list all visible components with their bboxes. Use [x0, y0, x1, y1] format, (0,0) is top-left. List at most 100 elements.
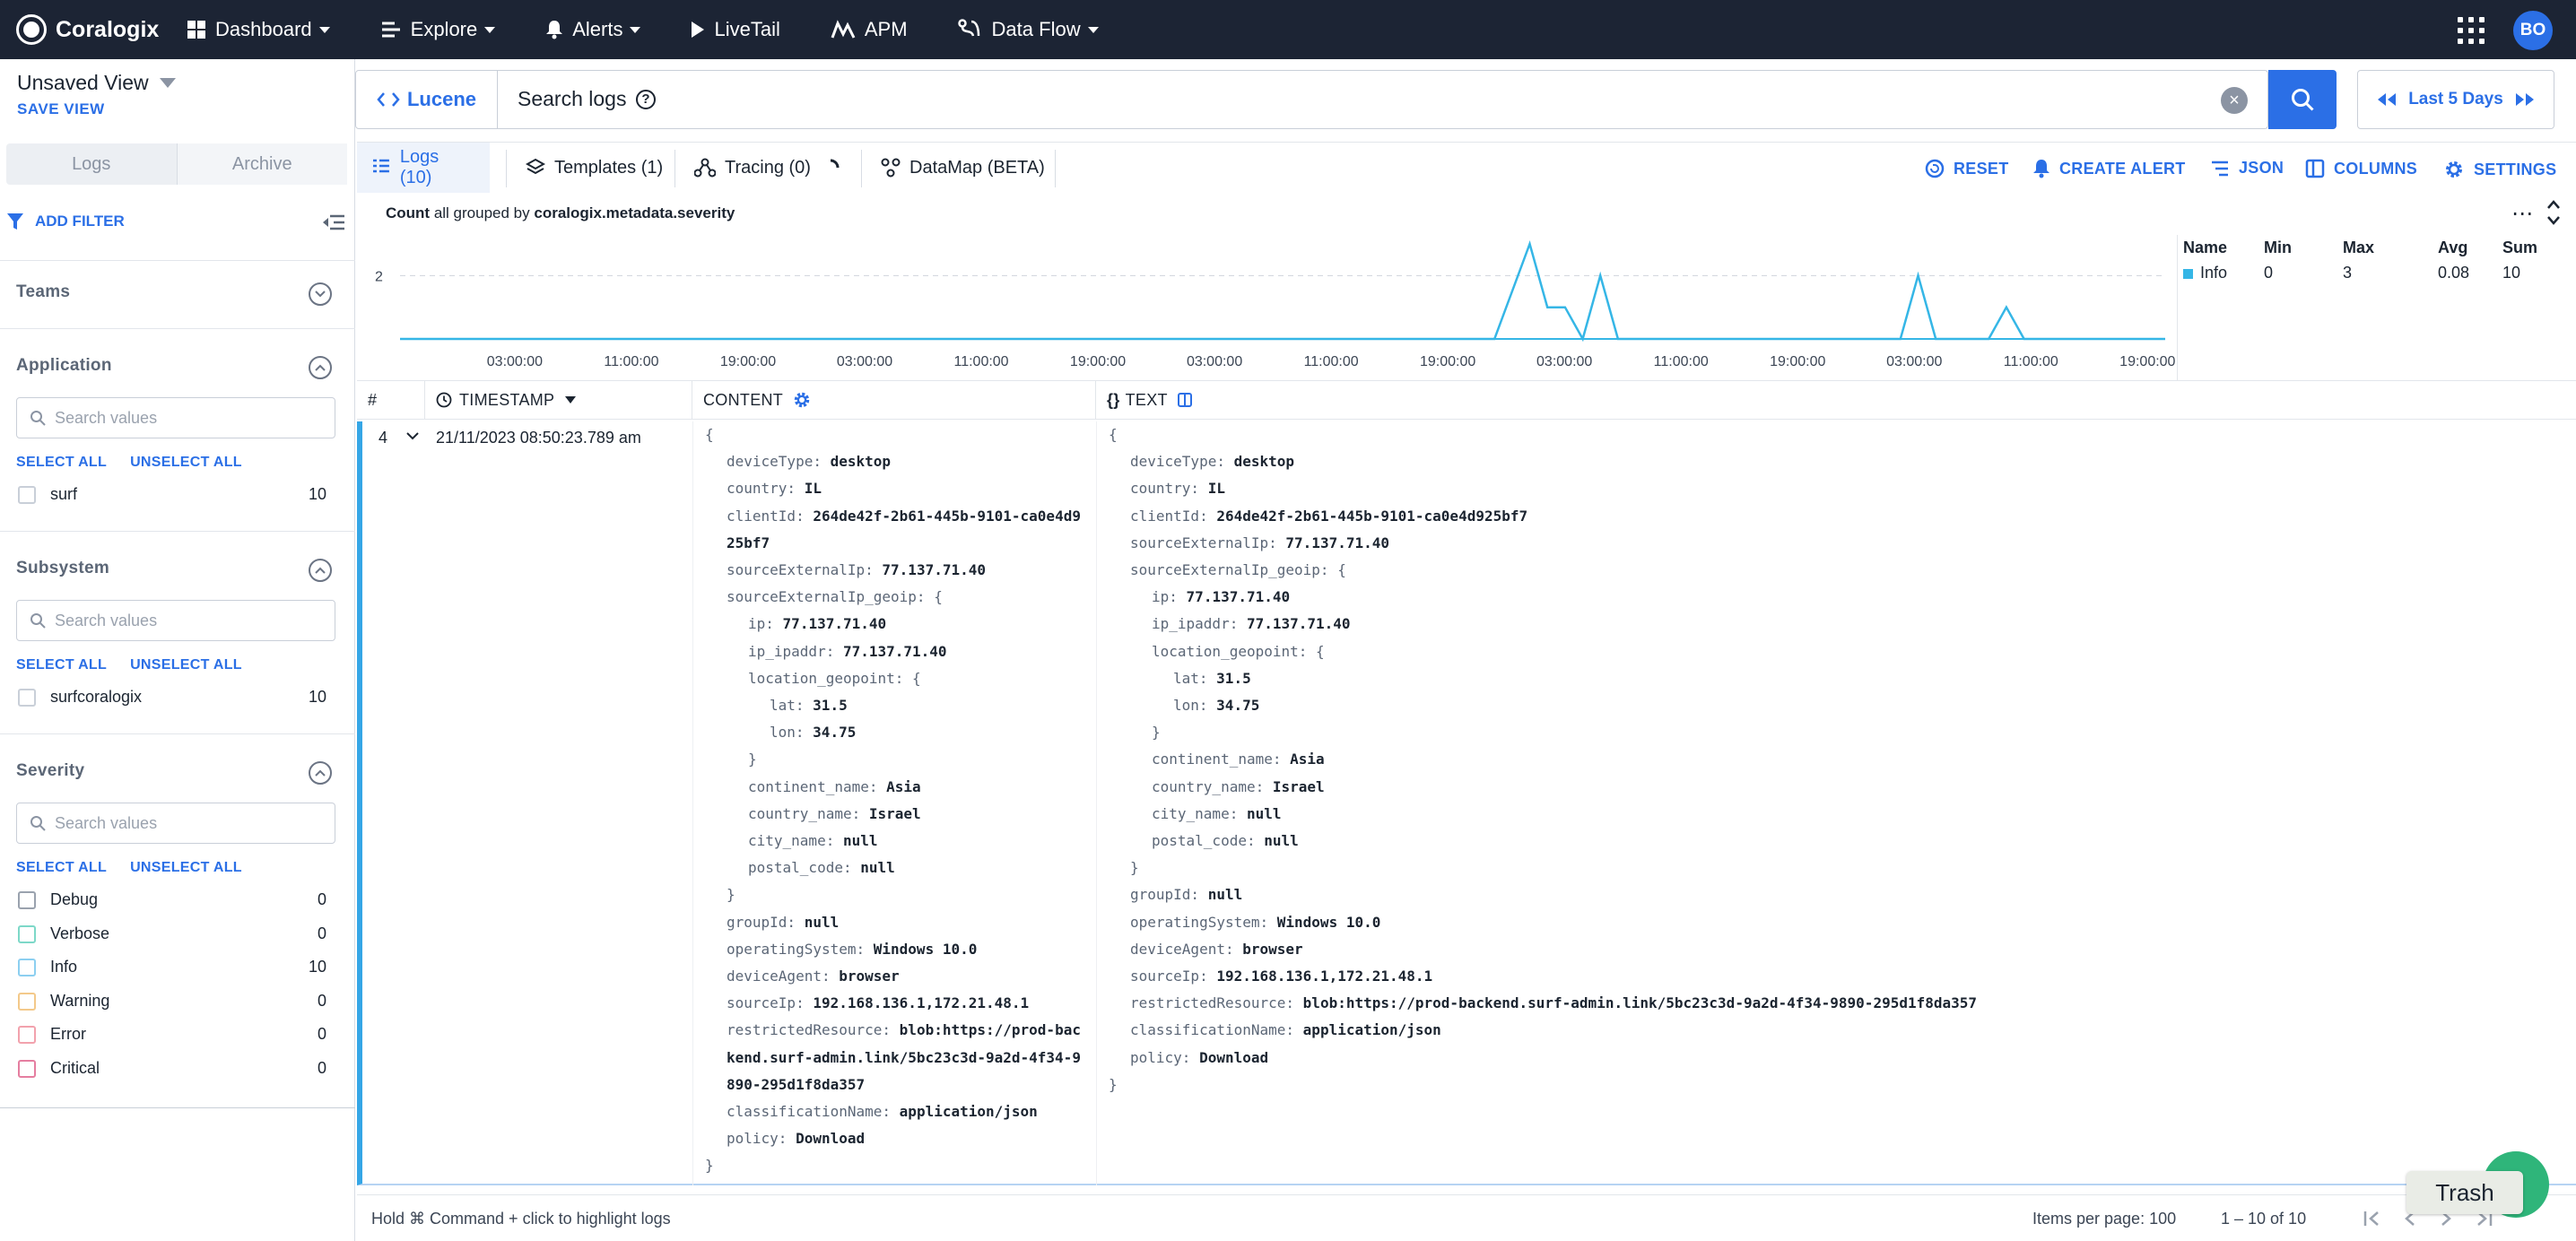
json-value[interactable]: browser — [839, 968, 899, 985]
sort-desc-icon[interactable] — [565, 396, 577, 404]
json-value[interactable]: desktop — [831, 453, 891, 470]
avatar[interactable]: BO — [2513, 11, 2553, 50]
severity-option-debug[interactable]: Debug 0 — [18, 890, 326, 909]
nav-apm[interactable]: APM — [831, 18, 908, 41]
json-value[interactable]: 264de42f-2b61-445b-9101-ca0e4d9 — [813, 508, 1081, 525]
tab-templates[interactable]: Templates (1) — [511, 143, 677, 193]
json-value[interactable]: 264de42f-2b61-445b-9101-ca0e4d925bf7 — [1216, 508, 1527, 525]
json-value[interactable]: Israel — [1273, 778, 1325, 795]
json-value[interactable]: null — [1208, 886, 1243, 903]
column-header-timestamp[interactable]: TIMESTAMP — [425, 381, 692, 419]
gear-icon[interactable] — [792, 390, 812, 410]
legend-row-info[interactable]: Info 0 3 0.08 10 — [2183, 264, 2520, 282]
collapse-sidebar-icon[interactable] — [321, 213, 346, 231]
series-line-info[interactable] — [400, 239, 2165, 343]
nav-dashboard[interactable]: Dashboard — [187, 18, 330, 41]
json-value[interactable]: Download — [1199, 1049, 1268, 1066]
subsystem-option-surfcoralogix[interactable]: surfcoralogix 10 — [18, 688, 326, 707]
rewind-icon[interactable] — [2376, 92, 2398, 107]
logs-toggle-button[interactable]: Logs — [6, 143, 177, 185]
json-value[interactable]: 34.75 — [813, 724, 856, 741]
more-options-icon[interactable]: ⋯ — [2511, 201, 2533, 227]
chevron-down-icon[interactable] — [405, 430, 420, 441]
json-value[interactable]: 77.137.71.40 — [1187, 588, 1291, 605]
checkbox[interactable] — [18, 688, 36, 707]
severity-option-critical[interactable]: Critical 0 — [18, 1059, 326, 1078]
json-button[interactable]: JSON — [2210, 159, 2284, 178]
severity-option-error[interactable]: Error 0 — [18, 1025, 326, 1044]
subsystem-unselect-all[interactable]: UNSELECT ALL — [130, 657, 242, 673]
column-header-text[interactable]: {} TEXT — [1096, 381, 2576, 419]
json-value[interactable]: Israel — [869, 805, 921, 822]
add-filter-button[interactable]: ADD FILTER — [6, 212, 125, 231]
json-value[interactable]: 31.5 — [1216, 670, 1251, 687]
first-page-icon[interactable] — [2363, 1210, 2382, 1228]
fast-forward-icon[interactable] — [2514, 92, 2536, 107]
expand-chart-icon[interactable] — [2546, 197, 2562, 228]
json-value[interactable]: { — [934, 588, 943, 605]
apps-grid-icon[interactable] — [2458, 17, 2485, 44]
clear-query-button[interactable]: × — [2221, 87, 2248, 114]
json-value[interactable]: 77.137.71.40 — [843, 643, 947, 660]
checkbox[interactable] — [18, 992, 36, 1011]
collapse-application-button[interactable] — [309, 356, 332, 379]
columns-button[interactable]: COLUMNS — [2305, 159, 2417, 178]
view-selector[interactable]: Unsaved View — [17, 71, 176, 95]
json-value[interactable]: 77.137.71.40 — [1285, 534, 1389, 551]
nav-data-flow[interactable]: Data Flow — [957, 18, 1099, 41]
json-value[interactable]: IL — [1208, 480, 1225, 497]
aggregation-field[interactable]: coralogix.metadata.severity — [534, 204, 735, 221]
time-range-picker[interactable]: Last 5 Days — [2357, 70, 2554, 129]
json-value[interactable]: application/json — [1303, 1021, 1441, 1038]
reset-button[interactable]: RESET — [1925, 159, 2009, 178]
checkbox[interactable] — [18, 1059, 36, 1078]
json-value[interactable]: null — [1247, 805, 1282, 822]
json-value[interactable]: { — [1316, 643, 1325, 660]
json-value[interactable]: { — [1337, 561, 1346, 578]
application-option-surf[interactable]: surf 10 — [18, 485, 326, 504]
json-value[interactable]: Download — [796, 1130, 865, 1147]
severity-unselect-all[interactable]: UNSELECT ALL — [130, 860, 242, 876]
checkbox[interactable] — [18, 485, 36, 504]
json-value[interactable]: null — [1264, 832, 1299, 849]
checkbox[interactable] — [18, 958, 36, 976]
json-value[interactable]: blob:https://prod-backend.surf-admin.lin… — [1303, 994, 1977, 1011]
column-header-content[interactable]: CONTENT — [692, 381, 1096, 419]
json-value[interactable]: 31.5 — [813, 697, 848, 714]
json-value[interactable]: desktop — [1234, 453, 1294, 470]
json-value[interactable]: { — [912, 670, 921, 687]
subsystem-select-all[interactable]: SELECT ALL — [16, 657, 107, 673]
json-value[interactable]: browser — [1242, 941, 1302, 958]
aggregation-prefix[interactable]: Count — [386, 204, 430, 221]
archive-toggle-button[interactable]: Archive — [176, 143, 347, 185]
tab-tracing[interactable]: Tracing (0) — [680, 143, 863, 193]
collapse-subsystem-button[interactable] — [309, 559, 332, 582]
json-value[interactable]: IL — [805, 480, 822, 497]
collapse-severity-button[interactable] — [309, 761, 332, 785]
settings-button[interactable]: SETTINGS — [2443, 159, 2556, 180]
json-value[interactable]: 192.168.136.1,172.21.48.1 — [813, 994, 1029, 1011]
subsystem-search-input[interactable] — [55, 611, 315, 630]
tab-datamap[interactable]: DataMap (BETA) — [866, 143, 1059, 193]
save-view-button[interactable]: SAVE VIEW — [17, 100, 105, 118]
severity-select-all[interactable]: SELECT ALL — [16, 860, 107, 876]
brand[interactable]: Coralogix — [16, 14, 187, 45]
json-value[interactable]: 77.137.71.40 — [783, 615, 887, 632]
json-value[interactable]: Asia — [1290, 751, 1325, 768]
application-search-input[interactable] — [55, 408, 315, 428]
json-value[interactable]: 77.137.71.40 — [1247, 615, 1351, 632]
json-value[interactable]: 34.75 — [1216, 697, 1259, 714]
json-value[interactable]: null — [805, 914, 840, 931]
create-alert-button[interactable]: CREATE ALERT — [2032, 159, 2186, 178]
trash-drop-target[interactable]: Trash — [2406, 1171, 2523, 1214]
help-icon[interactable]: ? — [636, 89, 656, 109]
json-value[interactable]: null — [860, 859, 895, 876]
lucene-mode-button[interactable]: Lucene — [356, 71, 498, 128]
json-value[interactable]: application/json — [900, 1103, 1038, 1120]
json-value[interactable]: Asia — [886, 778, 921, 795]
nav-livetail[interactable]: LiveTail — [691, 18, 780, 41]
split-view-icon[interactable] — [1177, 392, 1193, 408]
json-value[interactable]: 77.137.71.40 — [882, 561, 986, 578]
search-logs-input[interactable] — [518, 87, 634, 111]
items-per-page[interactable]: Items per page: 100 — [2032, 1210, 2176, 1228]
